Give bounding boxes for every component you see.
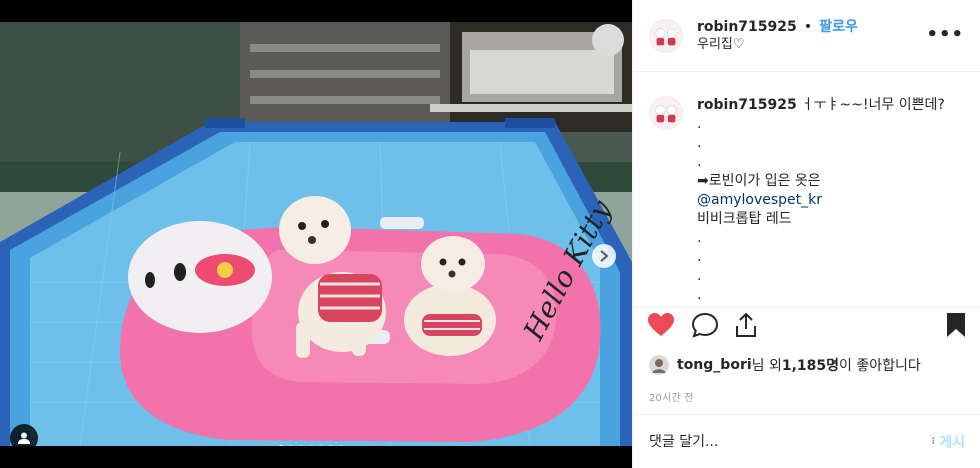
location-link[interactable]: 우리집♡ <box>697 36 858 54</box>
instagram-post-modal: Hello Kitty robin715925 • 팔로우 우리집♡ ••• r… <box>0 0 980 468</box>
caption-line: ➡로빈이가 입은 옷은 <box>697 173 821 189</box>
caption-line: . <box>697 116 702 132</box>
caption-line: ㅓㅜㅑ~~!너무 이쁜데? <box>800 97 945 113</box>
caption-line: . <box>697 135 702 151</box>
liker-username[interactable]: tong_bori <box>677 357 752 373</box>
caption-author-avatar[interactable] <box>649 96 683 130</box>
profile-picture-icon <box>650 19 682 52</box>
heart-icon[interactable] <box>647 312 675 342</box>
next-photo-button[interactable] <box>592 244 616 268</box>
pool-dogs-image: Hello Kitty <box>0 22 632 446</box>
carousel-dot <box>278 445 284 446</box>
carousel-dot <box>298 445 304 446</box>
carousel-dot <box>308 445 314 446</box>
profile-picture-icon <box>650 97 682 129</box>
post-details-panel: robin715925 • 팔로우 우리집♡ ••• robin715925 ㅓ… <box>632 0 980 468</box>
header-text: robin715925 • 팔로우 우리집♡ <box>697 17 858 54</box>
author-avatar[interactable] <box>649 18 683 53</box>
likes-summary[interactable]: tong_bori 님 외 1,185명 이 좋아합니다 <box>649 355 921 375</box>
likes-text-mid: 님 외 <box>751 358 782 374</box>
carousel-dot <box>288 445 294 446</box>
comment-bar: ⁝ 게시 <box>633 414 980 468</box>
caption-line: 비비크롭탑 레드 <box>697 211 792 227</box>
action-bar <box>633 308 980 346</box>
user-icon <box>18 432 30 444</box>
post-comment-label: 게시 <box>939 434 965 451</box>
post-header: robin715925 • 팔로우 우리집♡ ••• <box>633 0 980 72</box>
media-area: Hello Kitty <box>0 0 632 468</box>
likes-count[interactable]: 1,185명 <box>782 355 839 375</box>
comment-icon[interactable] <box>691 312 719 342</box>
post-photo[interactable]: Hello Kitty <box>0 22 632 446</box>
liker-avatar <box>649 355 669 375</box>
caption-line: . <box>697 230 702 246</box>
caption-line: . <box>697 249 702 265</box>
caption-username[interactable]: robin715925 <box>697 97 797 113</box>
caption-line: . <box>697 268 702 284</box>
carousel-dot <box>318 445 324 446</box>
loading-spinner-icon: ⁝ <box>931 436 936 447</box>
separator-dot: • <box>803 19 813 35</box>
bookmark-icon[interactable] <box>945 312 967 342</box>
post-timestamp[interactable]: 20시간 전 <box>649 389 694 404</box>
comment-input[interactable] <box>649 433 932 450</box>
carousel-dot <box>338 445 344 446</box>
author-username[interactable]: robin715925 <box>697 19 797 35</box>
caption-section: robin715925 ㅓㅜㅑ~~!너무 이쁜데? . . . ➡로빈이가 입은 … <box>633 72 980 308</box>
follow-button[interactable]: 팔로우 <box>819 19 858 35</box>
profile-picture-icon <box>649 355 669 375</box>
carousel-dot <box>328 445 334 446</box>
post-comment-button[interactable]: ⁝ 게시 <box>931 432 965 452</box>
caption-line: . <box>697 154 702 170</box>
tagged-users-button[interactable] <box>10 424 38 446</box>
more-options-icon[interactable]: ••• <box>926 24 964 45</box>
likes-text-end: 이 좋아합니다 <box>839 358 921 374</box>
mention-link[interactable]: @amylovespet_kr <box>697 191 945 210</box>
caption-text: robin715925 ㅓㅜㅑ~~!너무 이쁜데? . . . ➡로빈이가 입은 … <box>697 96 945 307</box>
caption-line: . <box>697 287 702 303</box>
chevron-right-icon <box>600 250 609 262</box>
carousel-indicator <box>278 445 344 446</box>
share-icon[interactable] <box>733 312 759 342</box>
